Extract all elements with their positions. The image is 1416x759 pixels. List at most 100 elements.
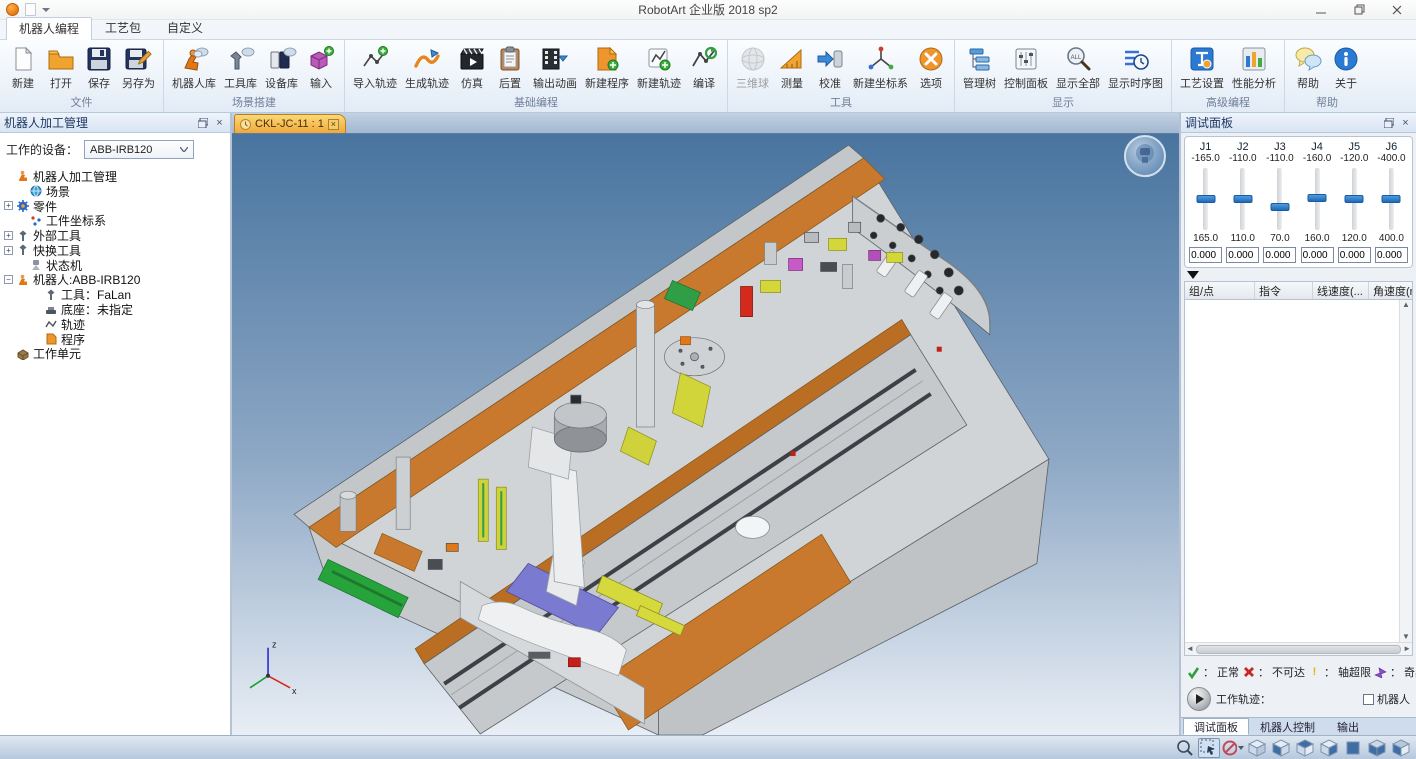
tool-library-button[interactable]: 工具库	[220, 42, 261, 93]
column-linear-speed[interactable]: 线速度(...	[1313, 282, 1369, 299]
new-button[interactable]: 新建	[4, 42, 42, 93]
view-cube-solid-icon[interactable]	[1342, 738, 1364, 758]
tree-item-base[interactable]: 底座：未指定	[4, 302, 230, 317]
tree-item-external-tools[interactable]: +外部工具	[4, 228, 230, 243]
view-cube-iso-icon[interactable]	[1246, 738, 1268, 758]
j4-input[interactable]	[1301, 247, 1334, 263]
tree-item-scene[interactable]: 场景	[4, 184, 230, 199]
tree-item-tool-falan[interactable]: 工具：FaLan	[4, 287, 230, 302]
tab-custom[interactable]: 自定义	[154, 16, 216, 39]
tree-item-state-machine[interactable]: 状态机	[4, 258, 230, 273]
calibrate-button[interactable]: 校准	[811, 42, 849, 93]
save-button[interactable]: 保存	[80, 42, 118, 93]
checkbox-icon[interactable]	[1363, 694, 1374, 705]
new-trajectory-button[interactable]: 新建轨迹	[633, 42, 685, 93]
close-panel-icon[interactable]: ×	[213, 116, 226, 129]
j1-input[interactable]	[1189, 247, 1222, 263]
tree-expander-icon[interactable]: +	[4, 231, 13, 240]
tree-item-trajectory[interactable]: 轨迹	[4, 317, 230, 332]
j3-slider[interactable]	[1277, 168, 1282, 230]
tree-item-parts[interactable]: +零件	[4, 199, 230, 214]
tab-debug-panel[interactable]: 调试面板	[1183, 718, 1249, 735]
device-library-button[interactable]: 设备库	[261, 42, 302, 93]
tab-output[interactable]: 输出	[1326, 718, 1370, 735]
grid-body[interactable]	[1185, 300, 1399, 642]
minimize-button[interactable]	[1302, 0, 1340, 19]
j5-slider[interactable]	[1352, 168, 1357, 230]
timing-diagram-button[interactable]: 显示时序图	[1104, 42, 1167, 93]
new-frame-button[interactable]: 新建坐标系	[849, 42, 912, 93]
open-button[interactable]: 打开	[42, 42, 80, 93]
tree-item-quick-change-tools[interactable]: +快换工具	[4, 243, 230, 258]
view-cube-right-icon[interactable]	[1318, 738, 1340, 758]
scroll-right-icon[interactable]: ►	[1403, 645, 1411, 653]
tab-robot-programming[interactable]: 机器人编程	[6, 17, 92, 40]
show-all-button[interactable]: ALL显示全部	[1052, 42, 1104, 93]
column-group-point[interactable]: 组/点	[1185, 282, 1255, 299]
robot-library-button[interactable]: 机器人库	[168, 42, 220, 93]
close-tab-icon[interactable]: ×	[328, 119, 339, 130]
zoom-magnifier-icon[interactable]	[1174, 738, 1196, 758]
tree-item-work-frame[interactable]: 工件坐标系	[4, 213, 230, 228]
scroll-left-icon[interactable]: ◄	[1186, 645, 1194, 653]
j4-slider[interactable]	[1315, 168, 1320, 230]
no-drop-icon[interactable]	[1222, 738, 1244, 758]
generate-trajectory-button[interactable]: 生成轨迹	[401, 42, 453, 93]
control-panel-button[interactable]: 控制面板	[1000, 42, 1052, 93]
tree-expander-icon[interactable]: +	[4, 201, 13, 210]
options-button[interactable]: 选项	[912, 42, 950, 93]
j2-slider[interactable]	[1240, 168, 1245, 230]
performance-analysis-button[interactable]: 性能分析	[1228, 42, 1280, 93]
tree-item-workcell[interactable]: 工作单元	[4, 347, 230, 362]
tab-robot-control[interactable]: 机器人控制	[1249, 718, 1326, 735]
column-angular-speed[interactable]: 角速度(r...	[1369, 282, 1412, 299]
measure-button[interactable]: 测量	[773, 42, 811, 93]
process-settings-button[interactable]: 工艺设置	[1176, 42, 1228, 93]
scrollbar-thumb[interactable]	[1196, 645, 1401, 654]
about-button[interactable]: 关于	[1327, 42, 1365, 93]
scroll-up-icon[interactable]: ▲	[1402, 301, 1410, 309]
manage-tree-button[interactable]: 管理树	[959, 42, 1000, 93]
import-trajectory-button[interactable]: 导入轨迹	[349, 42, 401, 93]
export-animation-button[interactable]: 输出动画	[529, 42, 581, 93]
post-process-button[interactable]: 后置	[491, 42, 529, 93]
j5-input[interactable]	[1338, 247, 1371, 263]
navigation-ball[interactable]	[1125, 136, 1165, 176]
scroll-down-icon[interactable]: ▼	[1402, 633, 1410, 641]
tree-item-robot[interactable]: −机器人:ABB-IRB120	[4, 273, 230, 288]
document-tab[interactable]: CKL-JC-11 : 1 ×	[234, 114, 346, 133]
select-box-icon[interactable]	[1198, 738, 1220, 758]
3d-scene[interactable]: z x	[232, 134, 1179, 735]
restore-button[interactable]	[1340, 0, 1378, 19]
tree-expander-icon[interactable]: −	[4, 275, 13, 284]
horizontal-scrollbar[interactable]: ◄ ►	[1185, 642, 1412, 655]
new-program-button[interactable]: 新建程序	[581, 42, 633, 93]
simulate-button[interactable]: 仿真	[453, 42, 491, 93]
tree-expander-icon[interactable]: +	[4, 246, 13, 255]
j3-input[interactable]	[1263, 247, 1296, 263]
expand-groups-button[interactable]	[1187, 269, 1203, 280]
view-cube-left-icon[interactable]	[1390, 738, 1412, 758]
help-button[interactable]: 帮助	[1289, 42, 1327, 93]
device-combobox[interactable]: ABB-IRB120	[84, 140, 194, 159]
close-panel-icon[interactable]: ×	[1399, 116, 1412, 129]
save-as-button[interactable]: 另存为	[118, 42, 159, 93]
compile-button[interactable]: 编译	[685, 42, 723, 93]
tree-item-program[interactable]: 程序	[4, 332, 230, 347]
robot-checkbox[interactable]: 机器人	[1363, 691, 1410, 707]
float-panel-icon[interactable]	[196, 116, 209, 129]
j6-slider[interactable]	[1389, 168, 1394, 230]
tab-process-package[interactable]: 工艺包	[92, 16, 154, 39]
vertical-scrollbar[interactable]: ▲ ▼	[1399, 300, 1412, 642]
view-cube-back-icon[interactable]	[1366, 738, 1388, 758]
input-button[interactable]: 输入	[302, 42, 340, 93]
close-button[interactable]	[1378, 0, 1416, 19]
j1-slider[interactable]	[1203, 168, 1208, 230]
tree-item-root[interactable]: 机器人加工管理	[4, 169, 230, 184]
j6-input[interactable]	[1375, 247, 1408, 263]
play-button[interactable]	[1187, 687, 1211, 711]
j2-input[interactable]	[1226, 247, 1259, 263]
view-cube-front-icon[interactable]	[1270, 738, 1292, 758]
view-cube-top-icon[interactable]	[1294, 738, 1316, 758]
float-panel-icon[interactable]	[1382, 116, 1395, 129]
